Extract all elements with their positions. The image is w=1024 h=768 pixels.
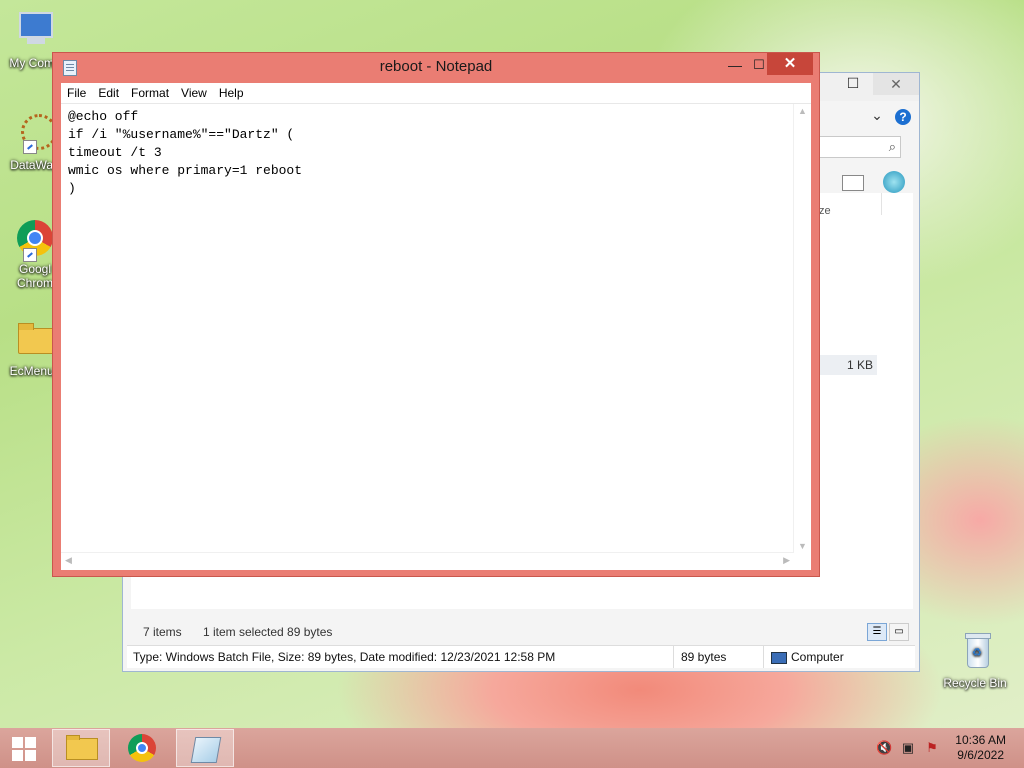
window-title: reboot - Notepad [379, 58, 493, 75]
file-explorer-icon [66, 738, 98, 760]
minimize-button[interactable]: — [721, 55, 749, 75]
details-size: 89 bytes [675, 646, 764, 668]
scroll-right-icon[interactable]: ▶ [783, 555, 790, 566]
menu-format[interactable]: Format [125, 83, 175, 103]
explorer-close-button[interactable]: ✕ [873, 73, 919, 95]
desktop: My Comp DataWag Googl Chrom EcMenu_ ♻ Re… [0, 0, 1024, 728]
desktop-icon-label: Recycle Bin [943, 676, 1007, 690]
chrome-icon [128, 734, 156, 762]
search-icon: ⌕ [888, 139, 896, 154]
open-icon[interactable] [883, 171, 905, 193]
properties-icon[interactable] [842, 175, 864, 191]
datawag-icon [13, 112, 57, 156]
computer-icon [771, 651, 787, 664]
close-button[interactable]: ✕ [767, 53, 813, 75]
menu-file[interactable]: File [61, 83, 92, 103]
system-tray: 🔇 ▣ ⚑ 10:36 AM 9/6/2022 [864, 728, 1024, 768]
column-divider [881, 193, 882, 215]
menu-edit[interactable]: Edit [92, 83, 125, 103]
large-icons-view-icon[interactable]: ▭ [889, 623, 909, 641]
desktop-icon-recycle-bin[interactable]: ♻ Recycle Bin [940, 630, 1010, 690]
status-item-count: 7 items [143, 625, 182, 639]
taskbar-chrome[interactable] [114, 729, 172, 767]
view-toggle: ☰ ▭ [865, 623, 909, 641]
details-location-label: Computer [791, 650, 844, 664]
horizontal-scrollbar[interactable]: ◀ ▶ [61, 552, 794, 570]
taskbar-notepad[interactable] [176, 729, 234, 767]
scroll-down-icon[interactable]: ▼ [798, 541, 807, 551]
details-view-icon[interactable]: ☰ [867, 623, 887, 641]
menu-help[interactable]: Help [213, 83, 250, 103]
network-icon[interactable]: ▣ [900, 740, 916, 756]
start-button[interactable] [0, 728, 48, 768]
help-icon[interactable]: ? [895, 109, 911, 125]
clock[interactable]: 10:36 AM 9/6/2022 [955, 733, 1006, 763]
action-center-icon[interactable]: ⚑ [924, 740, 940, 756]
scroll-left-icon[interactable]: ◀ [65, 555, 72, 566]
notepad-icon [190, 737, 222, 763]
shortcut-arrow-icon [23, 248, 37, 262]
computer-icon [13, 10, 57, 54]
taskbar-file-explorer[interactable] [52, 729, 110, 767]
details-location: Computer [765, 646, 901, 668]
status-selection: 1 item selected 89 bytes [203, 625, 333, 639]
column-header-size[interactable]: ze [819, 205, 831, 217]
taskbar: 🔇 ▣ ⚑ 10:36 AM 9/6/2022 [0, 728, 1024, 768]
text-editor[interactable]: @echo off if /i "%username%"=="Dartz" ( … [61, 104, 811, 570]
vertical-scrollbar[interactable]: ▲ ▼ [793, 104, 811, 553]
speaker-muted-icon[interactable]: 🔇 [876, 740, 892, 756]
ribbon-expand-chevron-down-icon[interactable]: ⌄ [863, 105, 891, 125]
scroll-up-icon[interactable]: ▲ [798, 106, 807, 116]
details-description: Type: Windows Batch File, Size: 89 bytes… [127, 646, 674, 668]
file-size-cell: 1 KB [817, 355, 877, 375]
menu-bar: File Edit Format View Help [61, 83, 811, 104]
details-bar: Type: Windows Batch File, Size: 89 bytes… [127, 645, 915, 668]
shortcut-arrow-icon [23, 140, 37, 154]
notepad-window[interactable]: reboot - Notepad — ☐ ✕ File Edit Format Vie… [52, 52, 820, 577]
menu-view[interactable]: View [175, 83, 213, 103]
recycle-bin-icon: ♻ [953, 630, 997, 674]
folder-icon [13, 318, 57, 362]
clock-time: 10:36 AM [955, 733, 1006, 747]
chrome-icon [13, 216, 57, 262]
editor-content[interactable]: @echo off if /i "%username%"=="Dartz" ( … [68, 108, 302, 198]
folder-tab [66, 735, 80, 740]
clock-date: 9/6/2022 [957, 748, 1004, 762]
explorer-maximize-button[interactable]: ☐ [839, 73, 867, 93]
